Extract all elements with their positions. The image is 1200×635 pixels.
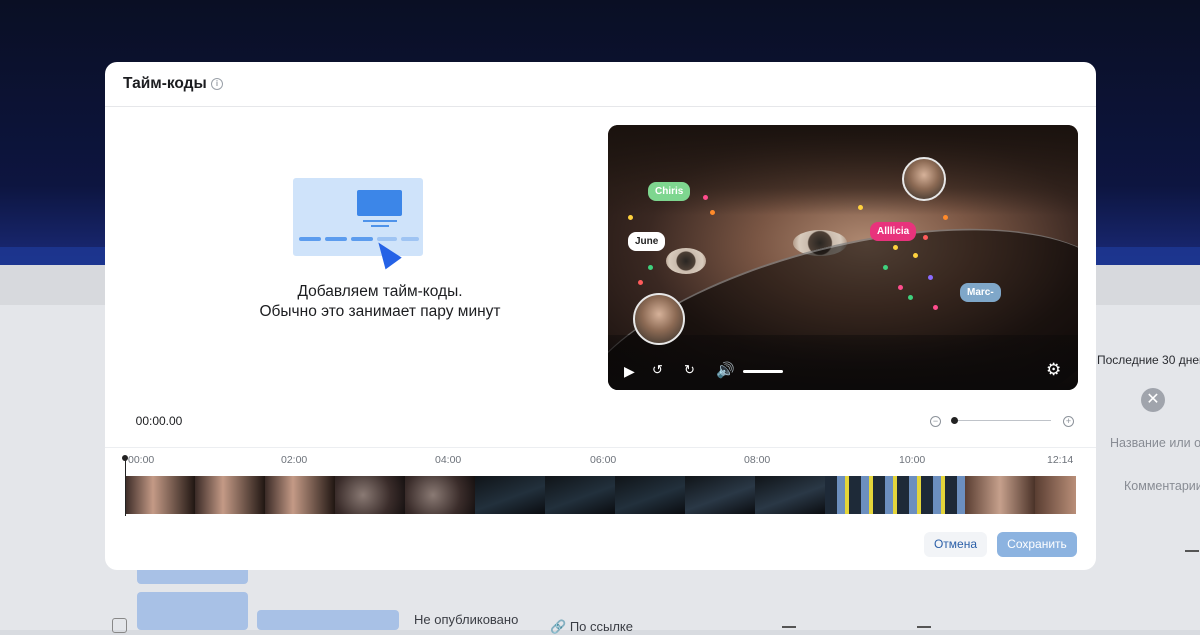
timeline-divider [105, 447, 1096, 448]
timeline-thumbnails[interactable] [125, 476, 1076, 514]
confetti-dot [943, 215, 948, 220]
column-comments: Комментарии [1124, 479, 1200, 493]
save-button[interactable]: Сохранить [997, 532, 1077, 557]
confetti-dot [908, 295, 913, 300]
tick-label: 12:14 [1047, 454, 1074, 466]
video-thumbnail[interactable] [137, 592, 248, 630]
video-thumbnail[interactable] [257, 610, 399, 630]
playhead[interactable] [124, 458, 126, 516]
timeline-frame [615, 476, 685, 514]
tag-marc: Marc- [960, 283, 1001, 302]
access-label: По ссылке [569, 619, 633, 634]
timeline-frame [825, 476, 965, 514]
column-last-30-days: Последние 30 дней: [1097, 353, 1200, 367]
timeline-frame [265, 476, 335, 514]
confetti-dot [898, 285, 903, 290]
play-icon[interactable]: ▶ [624, 363, 635, 380]
illustration-line [371, 225, 389, 227]
timeline-frame [545, 476, 615, 514]
timeline-frame [335, 476, 405, 514]
confetti-dot [648, 265, 653, 270]
illustration-segment [351, 237, 373, 241]
tick-label: 08:00 [744, 454, 771, 466]
current-timecode[interactable]: 00:00.00 [123, 405, 195, 437]
confetti-dot [638, 280, 643, 285]
timecodes-modal: Тайм-коды i Добавляем тайм-коды. Обычно … [105, 62, 1096, 570]
progress-line-2: Обычно это занимает пару минут [259, 303, 501, 320]
confetti-dot [858, 205, 863, 210]
column-name: Название или о [1110, 436, 1200, 450]
confetti-dot [710, 210, 715, 215]
timeline-frame [125, 476, 195, 514]
tick-label: 02:00 [281, 454, 308, 466]
timeline-frame [405, 476, 475, 514]
status-unpublished: Не опубликовано [414, 612, 519, 627]
tag-june: June [628, 232, 666, 251]
timeline-frame [1035, 476, 1076, 514]
zoom-slider-track[interactable] [953, 420, 1051, 421]
confetti-dot [923, 235, 928, 240]
avatar [902, 157, 946, 201]
clear-filter-icon[interactable]: ✕ [1141, 388, 1165, 412]
confetti-dot [913, 253, 918, 258]
timecode-illustration [293, 178, 423, 256]
zoom-in-icon[interactable]: + [1063, 416, 1074, 427]
tick-label: 10:00 [899, 454, 926, 466]
timeline-frame [195, 476, 265, 514]
rewind-15-icon[interactable]: ↺ [652, 362, 663, 378]
illustration-segment [299, 237, 321, 241]
info-icon[interactable]: i [211, 78, 223, 90]
illustration-screen [357, 190, 402, 216]
avatar [633, 293, 685, 345]
illustration-segment [401, 237, 419, 241]
confetti-dot [933, 305, 938, 310]
forward-15-icon[interactable]: ↻ [684, 362, 695, 378]
video-frame-hair [608, 125, 1078, 215]
tick-label: 06:00 [590, 454, 617, 466]
link-icon: 🔗 [550, 619, 570, 634]
confetti-dot [928, 275, 933, 280]
row-checkbox[interactable] [112, 618, 127, 633]
timeline-frame [965, 476, 1035, 514]
tick-label: 04:00 [435, 454, 462, 466]
illustration-segment [325, 237, 347, 241]
modal-title: Тайм-коды [123, 75, 207, 92]
playhead-handle[interactable] [122, 455, 128, 461]
zoom-slider-handle[interactable] [951, 417, 958, 424]
tag-allicia: Alllicia [870, 222, 917, 241]
tick-label: 00:00 [128, 454, 155, 466]
modal-header: Тайм-коды i [105, 62, 1096, 107]
video-frame-eye [666, 248, 706, 274]
cancel-button[interactable]: Отмена [924, 532, 987, 557]
empty-value [782, 626, 796, 628]
timeline-frame [755, 476, 825, 514]
video-frame-shade [608, 335, 1078, 390]
empty-value [1185, 550, 1199, 552]
empty-value [917, 626, 931, 628]
timeline-frame [475, 476, 545, 514]
zoom-out-icon[interactable]: − [930, 416, 941, 427]
confetti-dot [703, 195, 708, 200]
progress-line-1: Добавляем тайм-коды. [297, 283, 463, 300]
tag-chiris: Chiris [648, 182, 691, 201]
volume-slider[interactable] [743, 370, 783, 373]
volume-icon[interactable]: 🔊 [716, 361, 735, 379]
video-player[interactable]: Chiris June Alllicia Marc- ▶ ↺ ↻ 🔊 ⚙ [608, 125, 1078, 390]
settings-gear-icon[interactable]: ⚙ [1046, 360, 1061, 380]
confetti-dot [628, 215, 633, 220]
confetti-dot [893, 245, 898, 250]
timeline-frame [685, 476, 755, 514]
progress-message: Добавляем тайм-коды. Обычно это занимает… [215, 282, 545, 322]
confetti-dot [883, 265, 888, 270]
access-by-link[interactable]: 🔗 По ссылке [550, 619, 633, 635]
illustration-line [363, 220, 397, 222]
